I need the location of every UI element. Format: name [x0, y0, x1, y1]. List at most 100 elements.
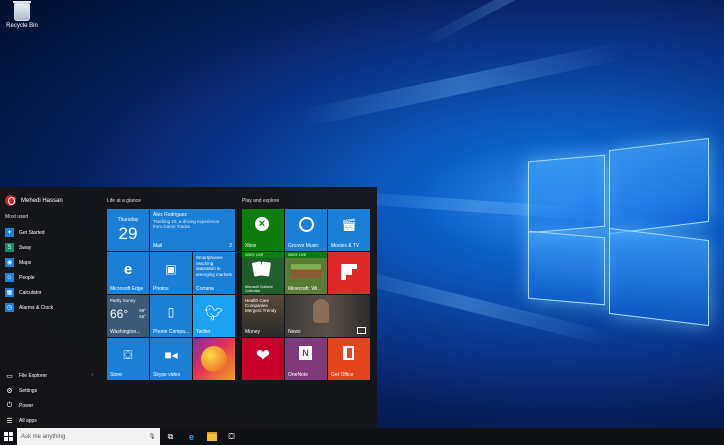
weather-low: 55°	[139, 314, 146, 319]
avatar	[5, 195, 16, 206]
get-office-tile[interactable]: Get Office	[328, 338, 370, 380]
xbox-label: Xbox	[245, 243, 257, 249]
minecraft-tile[interactable]: XBOX LIVE Minecraft: Wi...	[285, 252, 327, 294]
task-view-icon[interactable]: ⧉	[165, 431, 176, 442]
app-item-people[interactable]: ☺ People	[0, 270, 97, 285]
solitaire-tile[interactable]: XBOX LIVE Microsoft Solitaire Collection	[242, 252, 284, 294]
twitter-label: Twitter	[196, 329, 211, 335]
calculator-icon: ▦	[5, 288, 14, 297]
recycle-bin-icon	[13, 1, 31, 21]
life-at-a-glance-label: Life at a glance	[107, 198, 141, 204]
edge-tile[interactable]: e Microsoft Edge	[107, 252, 149, 294]
app-item-maps[interactable]: ◉ Maps	[0, 255, 97, 270]
skype-video-label: Skype video	[153, 372, 181, 378]
candy-icon	[201, 346, 227, 372]
money-label: Money	[245, 329, 261, 335]
flipboard-tile[interactable]	[328, 252, 370, 294]
most-used-label: Most used	[5, 214, 29, 220]
app-item-get-started[interactable]: ✦ Get Started	[0, 225, 97, 240]
twitter-bird-icon: 🐦︎	[204, 305, 224, 322]
file-explorer-taskbar-icon[interactable]	[206, 431, 217, 442]
news-label: News	[288, 329, 301, 335]
app-item-label: People	[19, 274, 35, 281]
chevron-right-icon[interactable]: ›	[91, 372, 93, 378]
file-explorer-button[interactable]: ▭ File Explorer ›	[0, 368, 97, 383]
store-tile[interactable]: ⛋ Store	[107, 338, 149, 380]
app-item-alarms[interactable]: ◷ Alarms & Clock	[0, 300, 97, 315]
xbox-tile[interactable]: × Xbox	[242, 209, 284, 251]
all-apps-button[interactable]: ☰ All apps	[0, 413, 97, 428]
calendar-tile[interactable]: Thursday 29	[107, 209, 149, 251]
calendar-date: 29	[118, 224, 138, 243]
solitaire-label: Microsoft Solitaire Collection	[245, 285, 273, 293]
start-button[interactable]	[0, 428, 17, 445]
news-tile[interactable]: News	[285, 295, 370, 337]
store-taskbar-icon[interactable]: ⛋	[226, 431, 237, 442]
xbox-live-badge: XBOX LIVE	[242, 252, 284, 258]
bottom-item-label: Power	[19, 402, 34, 409]
candy-crush-tile[interactable]	[193, 338, 235, 380]
bottom-item-label: All apps	[19, 417, 37, 424]
money-headline: Health Care Companies Mergers Trendy	[245, 298, 277, 313]
power-button[interactable]: ⏻ Power	[0, 398, 97, 413]
people-icon: ☺	[5, 273, 14, 282]
mail-count-badge: 2	[229, 243, 232, 249]
news-icon	[357, 327, 366, 334]
onenote-label: OneNote	[288, 372, 309, 378]
app-item-label: Maps	[19, 259, 32, 266]
photos-label: Photos	[153, 286, 169, 292]
maps-icon: ◉	[5, 258, 14, 267]
most-used-list: ✦ Get Started S Sway ◉ Maps ☺ People ▦ C…	[0, 225, 97, 315]
groove-label: Groove Music	[288, 243, 319, 249]
onenote-icon: N	[299, 346, 312, 360]
weather-high: 69°	[139, 308, 146, 313]
sway-icon: S	[5, 243, 14, 252]
weather-temp: 66°	[110, 307, 129, 321]
lightbulb-icon: ✦	[5, 228, 14, 237]
movies-tv-label: Movies & TV	[331, 243, 360, 249]
photos-icon: ▣	[165, 262, 177, 276]
edge-taskbar-icon[interactable]: e	[186, 431, 197, 442]
get-office-label: Get Office	[331, 372, 354, 378]
bottom-item-label: Settings	[19, 387, 38, 394]
settings-button[interactable]: ⚙ Settings	[0, 383, 97, 398]
money-tile[interactable]: Health Care Companies Mergers Trendy Mon…	[242, 295, 284, 337]
weather-city: Washington...	[110, 329, 141, 335]
news-photo	[313, 299, 329, 323]
cortana-tile[interactable]: Smartphones reaching saturation in emerg…	[193, 252, 235, 294]
user-account[interactable]: Mehedi Hassan	[5, 195, 63, 206]
edge-icon: e	[123, 261, 133, 278]
cortana-headline: Smartphones reaching saturation in emerg…	[196, 255, 233, 277]
calendar-day: Thursday	[117, 217, 139, 223]
app-item-label: Sway	[19, 244, 32, 251]
light-beam	[298, 41, 625, 128]
phone-companion-tile[interactable]: ▯ Phone Compa...	[150, 295, 192, 337]
xbox-icon: ×	[255, 217, 269, 231]
mail-sender: Alex Rodriguez	[153, 212, 187, 218]
start-bottom-list: ▭ File Explorer › ⚙ Settings ⏻ Power ☰ A…	[0, 368, 97, 428]
weather-tile[interactable]: Partly Sunny 66° 69° 55° Washington...	[107, 295, 149, 337]
user-name: Mehedi Hassan	[21, 197, 63, 204]
app-item-calculator[interactable]: ▦ Calculator	[0, 285, 97, 300]
recycle-bin[interactable]: Recycle Bin	[2, 0, 42, 29]
photos-tile[interactable]: ▣ Photos	[150, 252, 192, 294]
search-box[interactable]: Ask me anything 🎙︎	[17, 428, 160, 445]
minecraft-block-icon	[291, 264, 321, 278]
app-item-sway[interactable]: S Sway	[0, 240, 97, 255]
groove-music-tile[interactable]: Groove Music	[285, 209, 327, 251]
store-bag-icon: ⛋	[123, 348, 133, 362]
mail-tile[interactable]: Alex Rodriguez Tracking 10, a driving ex…	[150, 209, 235, 251]
iheartradio-tile[interactable]: ❤	[242, 338, 284, 380]
iheart-icon: ❤	[255, 346, 271, 365]
movies-tv-tile[interactable]: 🎬︎ Movies & TV	[328, 209, 370, 251]
twitter-tile[interactable]: 🐦︎ Twitter	[193, 295, 235, 337]
onenote-tile[interactable]: N OneNote	[285, 338, 327, 380]
folder-icon: ▭	[6, 372, 13, 380]
card-icon	[260, 261, 271, 277]
skype-video-tile[interactable]: ■◂ Skype video	[150, 338, 192, 380]
microphone-icon[interactable]: 🎙︎	[148, 433, 156, 440]
phone-companion-label: Phone Compa...	[153, 329, 190, 335]
store-label: Store	[110, 372, 122, 378]
power-icon: ⏻	[6, 401, 13, 409]
all-apps-icon: ☰	[6, 417, 13, 425]
